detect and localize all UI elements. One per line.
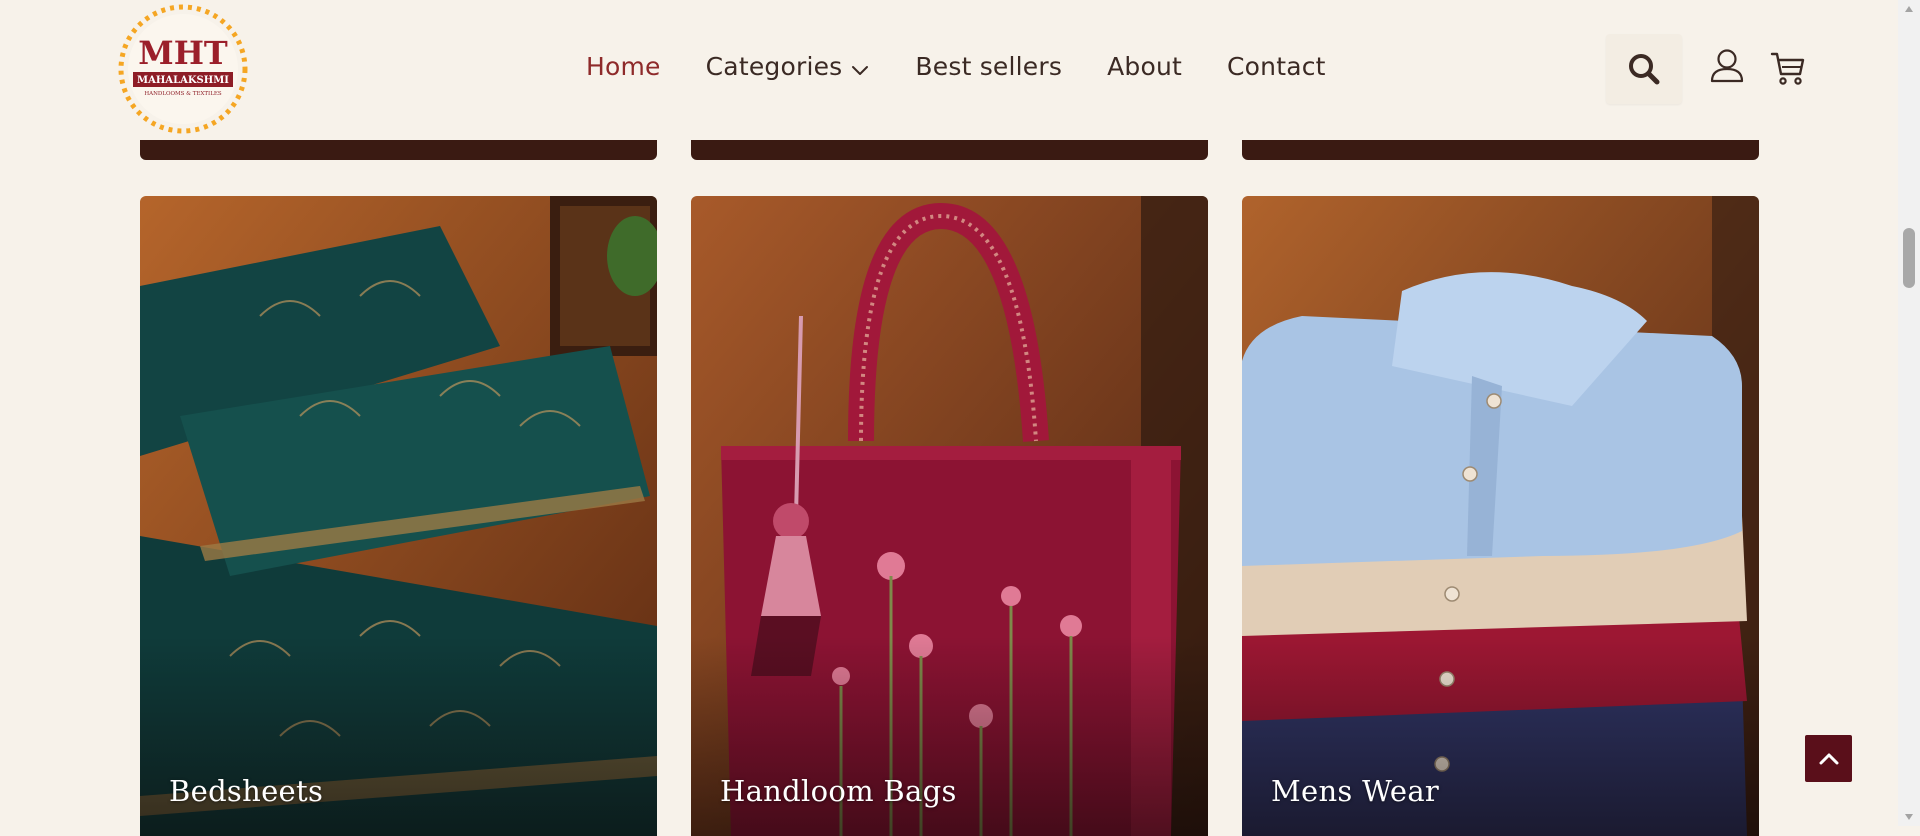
nav-best-sellers-label: Best sellers xyxy=(915,52,1063,81)
nav-contact[interactable]: Contact xyxy=(1227,52,1326,81)
site-header: MHT MAHALAKSHMI HANDLOOMS & TEXTILES Hom… xyxy=(0,0,1898,140)
scroll-up-arrow-icon[interactable] xyxy=(1898,0,1920,18)
account-button[interactable] xyxy=(1710,48,1744,88)
search-button[interactable] xyxy=(1606,34,1682,104)
chevron-down-icon xyxy=(850,57,870,77)
back-to-top-button[interactable] xyxy=(1805,735,1852,782)
svg-text:HANDLOOMS & TEXTILES: HANDLOOMS & TEXTILES xyxy=(144,91,222,97)
scroll-down-arrow-icon[interactable] xyxy=(1898,808,1920,826)
category-card-handloom-bags[interactable]: Handloom Bags xyxy=(691,196,1208,836)
svg-text:MHT: MHT xyxy=(138,34,228,72)
category-label: Handloom Bags xyxy=(720,774,957,808)
nav-about[interactable]: About xyxy=(1107,52,1182,81)
prev-card-bottom xyxy=(140,140,657,160)
nav-categories-label: Categories xyxy=(705,52,843,81)
category-card-bedsheets[interactable]: Bedsheets xyxy=(140,196,657,836)
chevron-up-icon xyxy=(1819,753,1838,764)
nav-categories[interactable]: Categories xyxy=(706,52,871,81)
logo-emblem: MHT MAHALAKSHMI HANDLOOMS & TEXTILES xyxy=(118,4,248,134)
svg-text:MAHALAKSHMI: MAHALAKSHMI xyxy=(137,75,229,86)
nav-best-sellers[interactable]: Best sellers xyxy=(915,52,1062,81)
category-label: Mens Wear xyxy=(1271,774,1440,808)
brand-logo[interactable]: MHT MAHALAKSHMI HANDLOOMS & TEXTILES xyxy=(116,2,250,136)
nav-home-label: Home xyxy=(586,52,661,81)
nav-about-label: About xyxy=(1107,52,1183,81)
search-icon xyxy=(1629,54,1660,85)
main-nav: Home Categories Best sellers About Conta… xyxy=(586,52,1326,81)
nav-contact-label: Contact xyxy=(1227,52,1326,81)
category-card-mens-wear[interactable]: Mens Wear xyxy=(1242,196,1759,836)
category-label: Bedsheets xyxy=(169,774,324,808)
cart-button[interactable] xyxy=(1770,50,1806,90)
nav-home[interactable]: Home xyxy=(586,52,661,81)
prev-card-bottom xyxy=(1242,140,1759,160)
prev-card-bottom xyxy=(691,140,1208,160)
user-icon xyxy=(1710,49,1744,83)
cart-icon xyxy=(1770,52,1805,85)
scrollbar-thumb[interactable] xyxy=(1903,228,1915,288)
page-scrollbar[interactable] xyxy=(1898,0,1920,826)
